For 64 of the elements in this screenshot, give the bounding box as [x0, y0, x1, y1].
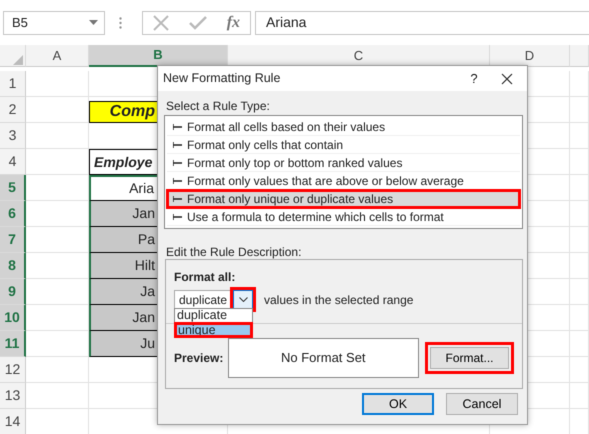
- preview-box: No Format Set: [228, 338, 419, 378]
- rule-type-item[interactable]: Format only cells that contain: [167, 136, 520, 154]
- empty-cell: [570, 201, 589, 227]
- rule-type-item[interactable]: Format all cells based on their values: [167, 118, 520, 136]
- close-icon[interactable]: [501, 72, 513, 84]
- empty-cell: [570, 71, 589, 97]
- insert-function-button[interactable]: fx: [226, 10, 240, 34]
- arrow-icon: [173, 214, 182, 220]
- row-header[interactable]: 13: [0, 383, 26, 409]
- empty-cell: [570, 149, 589, 175]
- row-header[interactable]: 3: [0, 123, 26, 149]
- empty-cell: [570, 227, 589, 253]
- check-icon[interactable]: [188, 16, 207, 30]
- column-header[interactable]: B: [89, 45, 228, 67]
- values-combo[interactable]: duplicate: [174, 290, 233, 309]
- arrow-icon: [173, 160, 182, 166]
- empty-cell: [570, 279, 589, 305]
- empty-cell: [570, 357, 589, 383]
- grip-icon: [119, 16, 122, 28]
- column-header[interactable]: C: [228, 45, 490, 67]
- row-header[interactable]: 2: [0, 97, 26, 123]
- arrow-icon: [173, 196, 182, 202]
- column-header[interactable]: D: [490, 45, 570, 67]
- row-header[interactable]: 4: [0, 149, 26, 175]
- rule-type-item[interactable]: Format only top or bottom ranked values: [167, 154, 520, 172]
- empty-cell: [570, 123, 589, 149]
- help-button[interactable]: ?: [459, 68, 489, 88]
- empty-cell: [570, 97, 589, 123]
- row-header[interactable]: 5: [0, 175, 26, 201]
- row-header[interactable]: 10: [0, 305, 26, 331]
- row-header[interactable]: 9: [0, 279, 26, 305]
- rule-type-item[interactable]: Format only unique or duplicate values: [167, 190, 520, 208]
- cancel-icon[interactable]: [152, 14, 169, 30]
- dialog-title: New Formatting Rule: [163, 70, 282, 88]
- format-button[interactable]: Format...: [430, 347, 509, 369]
- chevron-down-icon: [238, 297, 248, 302]
- empty-cell: [570, 175, 589, 201]
- empty-cell: [570, 383, 589, 409]
- empty-cell: [570, 331, 589, 357]
- empty-cell: [570, 253, 589, 279]
- arrow-icon: [173, 124, 182, 130]
- dialog-button[interactable]: OK: [362, 393, 434, 415]
- row-header[interactable]: 14: [0, 409, 26, 434]
- rule-type-item[interactable]: Use a formula to determine which cells to format: [167, 208, 520, 226]
- dialog-button[interactable]: Cancel: [446, 393, 518, 415]
- row-header[interactable]: 11: [0, 331, 26, 357]
- combo-suffix: values in the selected range: [264, 292, 414, 308]
- column-header[interactable]: A: [26, 45, 89, 67]
- empty-cell: [570, 305, 589, 331]
- name-box[interactable]: B5: [3, 10, 105, 34]
- row-header[interactable]: 6: [0, 201, 26, 227]
- arrow-icon: [173, 178, 182, 184]
- row-header[interactable]: 12: [0, 357, 26, 383]
- formula-field[interactable]: Ariana: [255, 10, 589, 34]
- row-header[interactable]: 7: [0, 227, 26, 253]
- row-header[interactable]: 1: [0, 71, 26, 97]
- dropdown-icon: [89, 20, 98, 25]
- arrow-icon: [173, 142, 182, 148]
- select-all-icon[interactable]: [12, 54, 22, 64]
- dropdown-option[interactable]: unique: [175, 323, 252, 337]
- column-header[interactable]: [570, 45, 589, 67]
- dropdown-button[interactable]: [233, 290, 253, 309]
- rule-type-list[interactable]: [164, 115, 523, 229]
- row-header[interactable]: 8: [0, 253, 26, 279]
